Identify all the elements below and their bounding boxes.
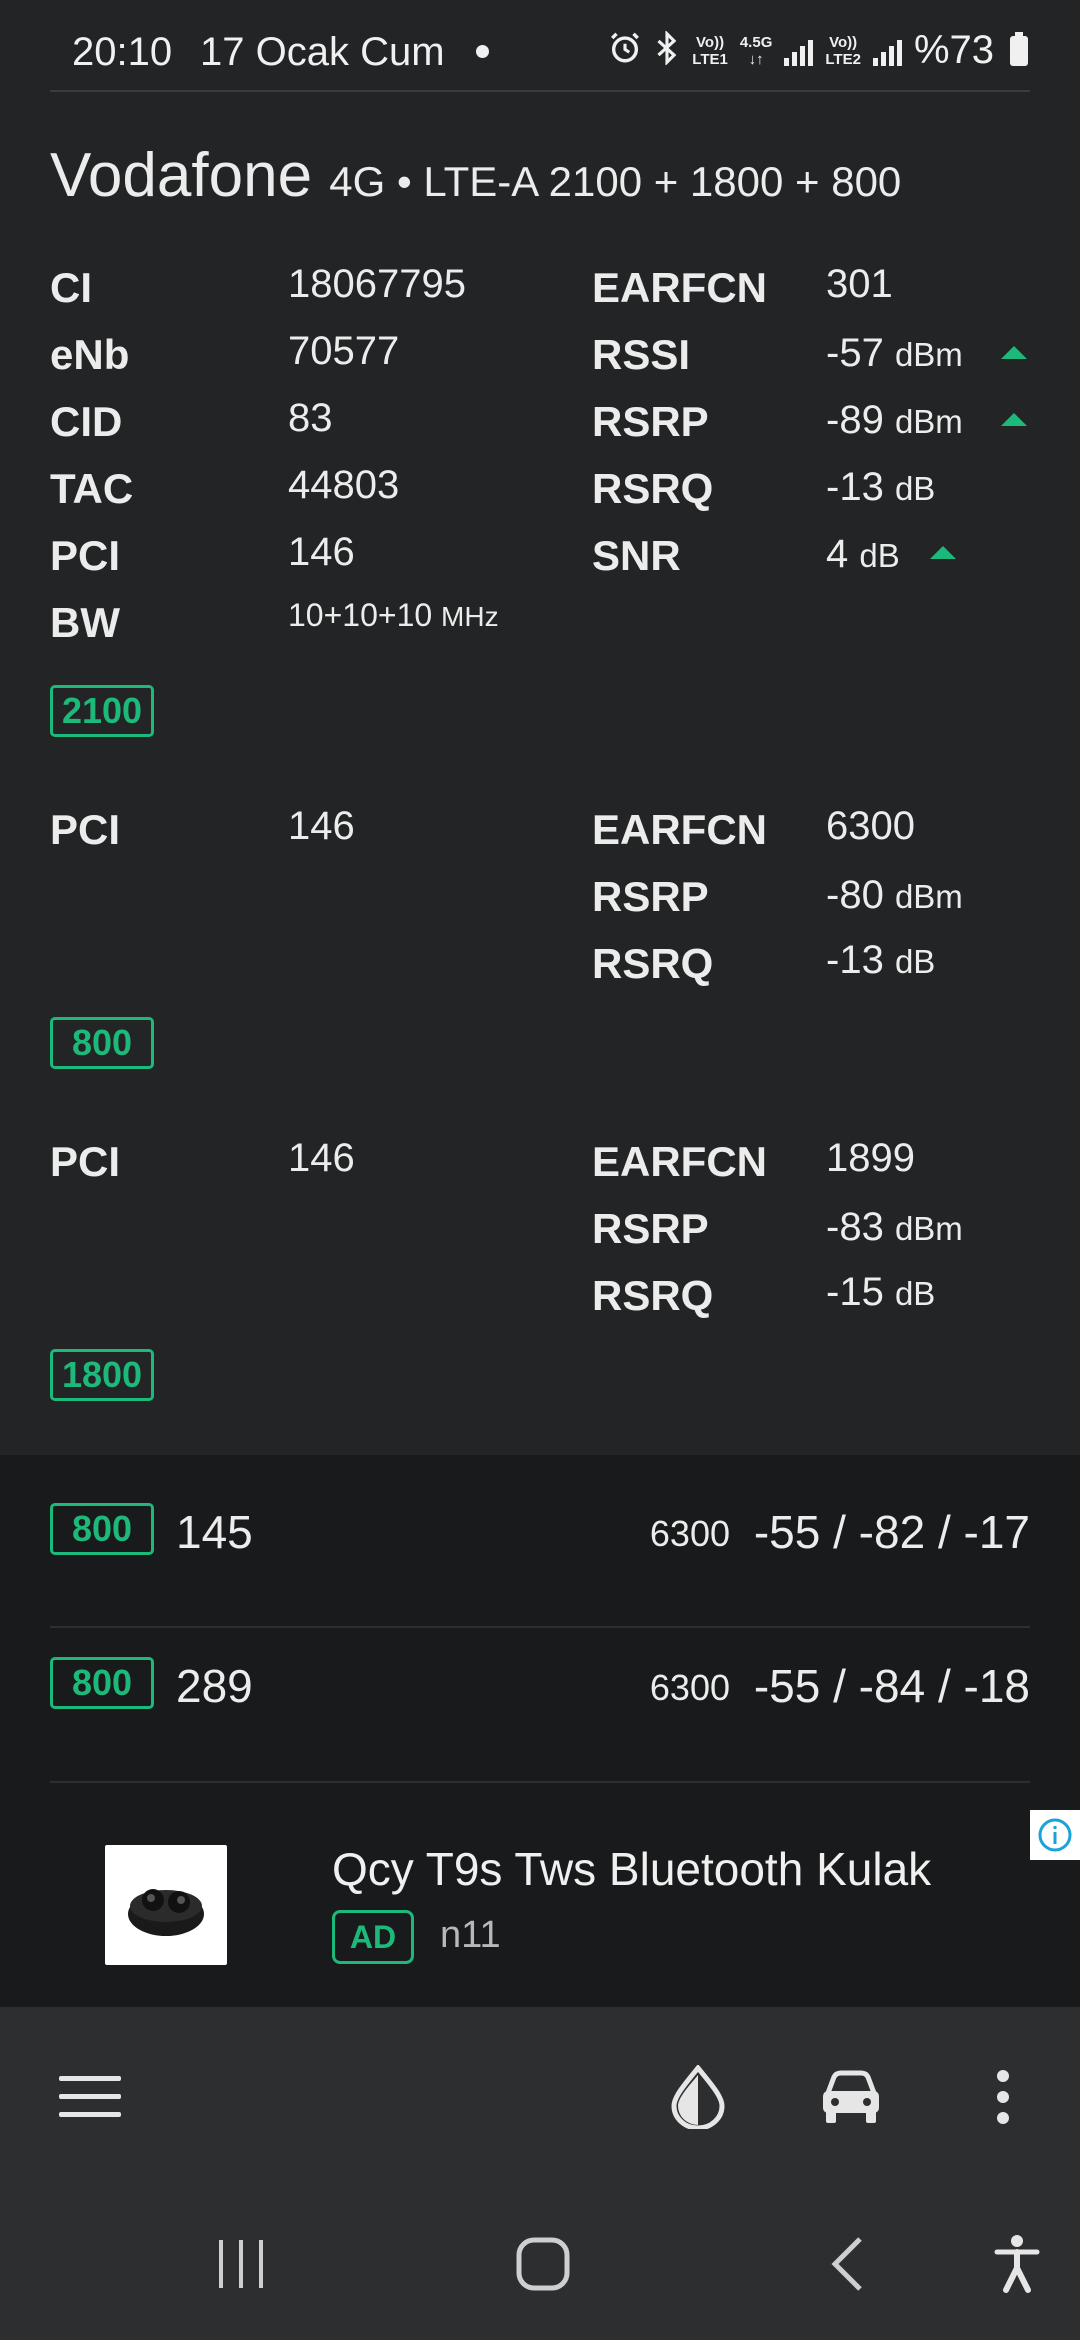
status-bar: 20:10 17 Ocak Cum Vo)) LTE1 4.5G ↓↑ Vo)) LT… bbox=[0, 0, 1080, 92]
neighbor-row[interactable]: 800 289 6300 -55 / -84 / -18 bbox=[50, 1609, 1030, 1763]
value-cid: 83 bbox=[288, 396, 333, 440]
band-badge-800: 800 bbox=[50, 1017, 154, 1069]
system-nav-bar bbox=[0, 2192, 1080, 2340]
neighbor-signal: -55 / -82 / -17 bbox=[753, 1506, 1030, 1558]
rssi-up-arrow-icon bbox=[1001, 346, 1027, 359]
status-date: 17 Ocak Cum bbox=[200, 30, 445, 74]
label-rsrq: RSRQ bbox=[592, 1272, 714, 1319]
label-rsrp: RSRP bbox=[592, 398, 709, 445]
ad-info-icon[interactable] bbox=[1030, 1810, 1080, 1860]
label-earfcn: EARFCN bbox=[592, 1138, 767, 1185]
label-cid: CID bbox=[50, 398, 123, 445]
band-badge-1800: 1800 bbox=[50, 1349, 154, 1401]
label-ci: CI bbox=[50, 264, 92, 311]
notification-dot bbox=[476, 45, 489, 58]
menu-icon bbox=[59, 2074, 121, 2125]
value-tac: 44803 bbox=[288, 463, 400, 507]
value-rssi: -57 dBm bbox=[826, 331, 963, 375]
status-icons: Vo)) LTE1 4.5G ↓↑ Vo)) LTE2 %73 bbox=[608, 28, 1028, 73]
value-earfcn: 6300 bbox=[826, 804, 915, 848]
label-snr: SNR bbox=[592, 532, 681, 579]
accessibility-icon bbox=[994, 2234, 1040, 2299]
value-earfcn: 301 bbox=[826, 262, 893, 306]
label-pci: PCI bbox=[50, 806, 121, 853]
theme-button[interactable] bbox=[643, 2007, 753, 2192]
accessibility-button[interactable] bbox=[957, 2192, 1077, 2340]
label-rsrp: RSRP bbox=[592, 1205, 709, 1252]
value-ci: 18067795 bbox=[288, 262, 466, 306]
value-rsrp: -89 dBm bbox=[826, 398, 963, 442]
value-bw: 10+10+10 MHz bbox=[288, 597, 499, 633]
label-rsrq: RSRQ bbox=[592, 465, 714, 512]
network-type-indicator: 4.5G ↓↑ bbox=[739, 33, 773, 68]
neighbor-row[interactable]: 800 145 6300 -55 / -82 / -17 bbox=[50, 1455, 1030, 1609]
alarm-icon bbox=[608, 31, 642, 70]
bluetooth-icon bbox=[654, 30, 680, 70]
status-divider bbox=[50, 90, 1030, 92]
recents-icon bbox=[216, 2238, 266, 2295]
label-bw: BW bbox=[50, 599, 120, 646]
status-time: 20:10 bbox=[72, 30, 173, 74]
car-mode-button[interactable] bbox=[796, 2007, 906, 2192]
back-icon bbox=[830, 2236, 864, 2297]
rsrp-up-arrow-icon bbox=[1001, 413, 1027, 426]
back-button[interactable] bbox=[787, 2192, 907, 2340]
menu-button[interactable] bbox=[35, 2007, 145, 2192]
sim2-volte-indicator: Vo)) LTE2 bbox=[825, 33, 861, 68]
value-pci: 146 bbox=[288, 1136, 355, 1180]
snr-up-arrow-icon bbox=[930, 546, 956, 559]
label-pci: PCI bbox=[50, 532, 121, 579]
home-button[interactable] bbox=[483, 2192, 603, 2340]
neighbor-earfcn: 6300 bbox=[649, 1667, 730, 1708]
home-icon bbox=[516, 2237, 570, 2296]
band-badge-2100: 2100 bbox=[50, 685, 154, 737]
neighbor-pci: 145 bbox=[176, 1506, 253, 1558]
value-pci: 146 bbox=[288, 804, 355, 848]
label-rssi: RSSI bbox=[592, 331, 691, 378]
neighbor-earfcn: 6300 bbox=[649, 1513, 730, 1554]
neighbor-band-badge: 800 bbox=[50, 1503, 154, 1555]
value-enb: 70577 bbox=[288, 329, 400, 373]
ad-banner[interactable]: Qcy T9s Tws Bluetooth Kulak AD n11 bbox=[0, 1790, 1080, 2007]
ad-product-image[interactable] bbox=[105, 1845, 227, 1965]
more-vert-icon bbox=[995, 2069, 1011, 2130]
value-rsrp: -83 dBm bbox=[826, 1205, 963, 1249]
label-rsrq: RSRQ bbox=[592, 940, 714, 987]
neighbor-signal: -55 / -84 / -18 bbox=[753, 1660, 1030, 1712]
label-enb: eNb bbox=[50, 331, 130, 378]
car-icon bbox=[820, 2069, 882, 2130]
operator-header: Vodafone 4G • LTE-A 2100 + 1800 + 800 bbox=[50, 140, 901, 211]
battery-percent: %73 bbox=[913, 28, 994, 72]
value-rsrq: -15 dB bbox=[826, 1270, 936, 1314]
value-earfcn: 1899 bbox=[826, 1136, 915, 1180]
ad-badge: AD bbox=[332, 1910, 414, 1964]
value-rsrq: -13 dB bbox=[826, 938, 936, 982]
neighbor-divider bbox=[50, 1781, 1030, 1783]
more-options-button[interactable] bbox=[948, 2007, 1058, 2192]
bottom-toolbar bbox=[0, 2007, 1080, 2192]
theme-drop-icon bbox=[670, 2064, 726, 2134]
neighbor-pci: 289 bbox=[176, 1660, 253, 1712]
signal-bars-sim1-icon bbox=[784, 36, 814, 66]
label-pci: PCI bbox=[50, 1138, 121, 1185]
network-tech: 4G • LTE-A 2100 + 1800 + 800 bbox=[329, 158, 902, 205]
ad-title[interactable]: Qcy T9s Tws Bluetooth Kulak bbox=[332, 1842, 931, 1896]
value-rsrq: -13 dB bbox=[826, 465, 936, 509]
label-rsrp: RSRP bbox=[592, 873, 709, 920]
sim1-volte-indicator: Vo)) LTE1 bbox=[692, 33, 728, 68]
value-rsrp: -80 dBm bbox=[826, 873, 963, 917]
signal-bars-sim2-icon bbox=[872, 36, 902, 66]
label-tac: TAC bbox=[50, 465, 134, 512]
battery-icon bbox=[1010, 31, 1028, 66]
label-earfcn: EARFCN bbox=[592, 806, 767, 853]
value-snr: 4 dB bbox=[826, 532, 900, 576]
value-pci: 146 bbox=[288, 530, 355, 574]
operator-name: Vodafone bbox=[50, 141, 313, 210]
recents-button[interactable] bbox=[181, 2192, 301, 2340]
label-earfcn: EARFCN bbox=[592, 264, 767, 311]
neighbor-band-badge: 800 bbox=[50, 1657, 154, 1709]
ad-source: n11 bbox=[440, 1914, 501, 1956]
